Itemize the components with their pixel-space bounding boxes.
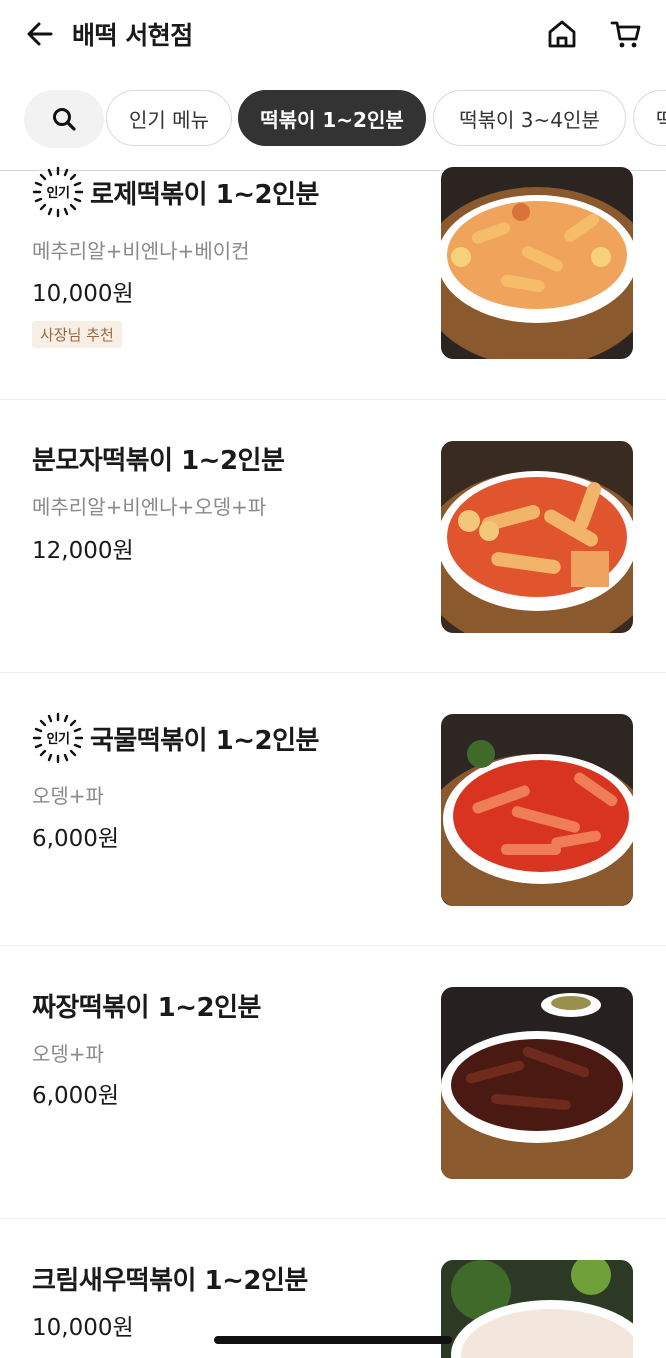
menu-item-name-row: 인기 국물떡볶이 1~2인분 [32,712,319,764]
menu-item-name: 분모자떡볶이 1~2인분 [32,446,285,476]
popular-label: 인기 [47,185,70,201]
menu-item-name: 짜장떡볶이 1~2인분 [32,993,261,1023]
menu-item-photo [441,987,633,1179]
menu-item-name: 크림새우떡볶이 1~2인분 [32,1266,308,1296]
menu-item-description: 오뎅+파 [32,1042,104,1066]
home-icon [548,20,576,48]
popular-badge-icon: 인기 [32,712,84,764]
menu-item-photo [441,714,633,906]
menu-item-name: 국물떡볶이 1~2인분 [90,725,319,756]
menu-item-description: 메추리알+비엔나+오뎅+파 [32,495,267,519]
menu-item-photo [441,1260,633,1358]
category-tab-bar: 인기 메뉴 떡볶이 1~2인분 떡볶이 3~4인분 떡 [0,88,666,150]
tab-tteokbokki-1-2[interactable]: 떡볶이 1~2인분 [238,90,426,146]
popular-badge-icon: 인기 [32,166,84,218]
cart-button[interactable] [606,14,646,54]
tab-tteokbokki-3-4[interactable]: 떡볶이 3~4인분 [433,90,626,146]
menu-item-price: 6,000원 [32,826,120,852]
item-divider [0,1218,666,1219]
menu-item-price: 10,000원 [32,1315,134,1341]
home-indicator [214,1336,452,1344]
owner-recommend-badge: 사장님 추천 [32,321,122,348]
item-divider [0,945,666,946]
menu-item-photo [441,167,633,359]
menu-item-name: 로제떡볶이 1~2인분 [90,179,319,210]
page-title: 배떡 서현점 [72,21,193,50]
item-divider [0,672,666,673]
home-button[interactable] [542,14,582,54]
menu-item-description: 오뎅+파 [32,784,104,808]
item-divider [0,399,666,400]
tab-next[interactable]: 떡 [633,90,666,146]
menu-item-price: 6,000원 [32,1083,120,1109]
cart-icon [610,21,641,48]
menu-item-name-row: 인기 로제떡볶이 1~2인분 [32,166,319,218]
tab-popular-menu[interactable]: 인기 메뉴 [106,90,232,146]
search-icon [53,108,76,131]
menu-item-price: 10,000원 [32,281,134,307]
popular-label: 인기 [47,731,70,747]
top-bar: 배떡 서현점 [0,0,666,70]
menu-item-price: 12,000원 [32,538,134,564]
back-arrow-icon [27,22,53,46]
back-button[interactable] [20,14,60,54]
menu-search-button[interactable] [24,90,104,148]
menu-item-description: 메추리알+비엔나+베이컨 [32,239,250,263]
menu-item-photo [441,441,633,633]
